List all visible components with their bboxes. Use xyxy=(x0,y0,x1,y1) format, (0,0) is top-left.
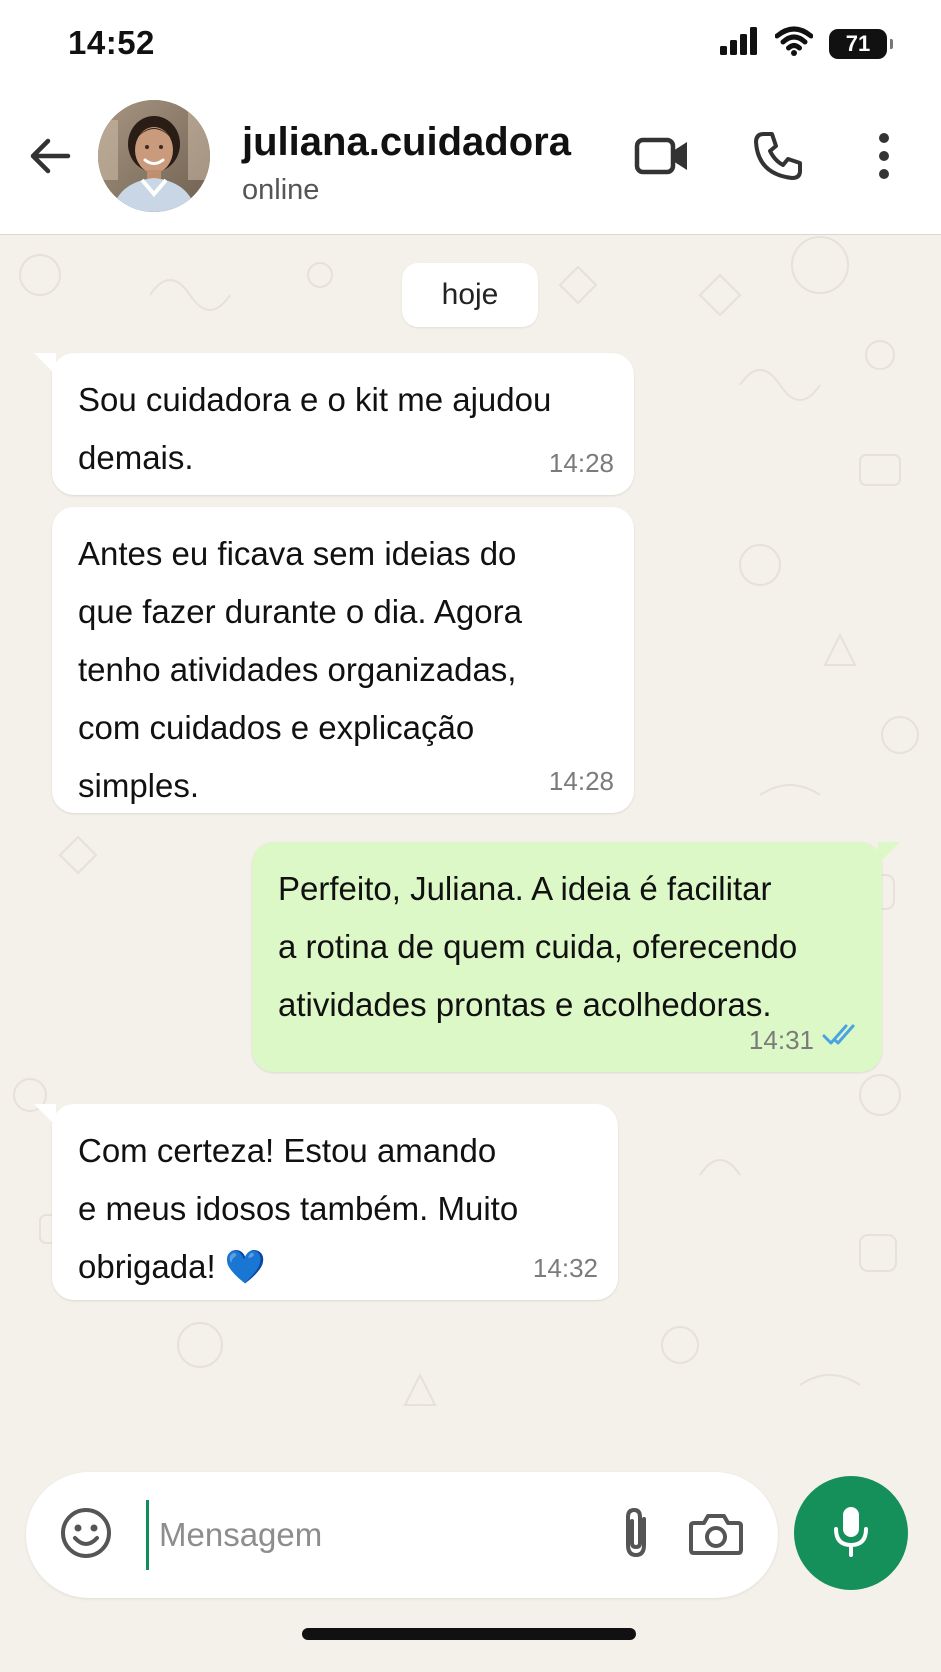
video-call-button[interactable] xyxy=(632,128,692,188)
message-text: Antes eu ficava sem ideias do que fazer … xyxy=(78,535,522,804)
contact-name[interactable]: juliana.cuidadora xyxy=(242,120,571,165)
attach-icon xyxy=(616,1505,656,1566)
phone-icon xyxy=(752,130,804,187)
message-input[interactable] xyxy=(146,1500,586,1570)
video-call-icon xyxy=(634,134,690,183)
date-chip: hoje xyxy=(402,263,538,327)
chat-area[interactable]: hoje Sou cuidadora e o kit me ajudou dem… xyxy=(0,235,941,1467)
signal-icon xyxy=(719,26,759,61)
more-options-button[interactable] xyxy=(854,128,914,188)
message-text: Sou cuidadora e o kit me ajudou demais. xyxy=(78,381,552,476)
emoji-button[interactable] xyxy=(56,1505,116,1565)
camera-icon xyxy=(688,1509,744,1562)
message-composer xyxy=(26,1472,778,1598)
message-time: 14:28 xyxy=(548,448,614,478)
read-receipt-icon xyxy=(822,1023,860,1052)
camera-button[interactable] xyxy=(686,1505,746,1565)
battery-indicator: 71 xyxy=(829,28,893,59)
message-bubble-incoming[interactable]: Com certeza! Estou amando e meus idosos … xyxy=(34,1104,618,1300)
voice-message-button[interactable] xyxy=(794,1476,908,1590)
message-text: Com certeza! Estou amando e meus idosos … xyxy=(78,1132,519,1285)
attach-button[interactable] xyxy=(606,1505,666,1565)
message-bubble-incoming[interactable]: Antes eu ficava sem ideias do que fazer … xyxy=(52,507,634,813)
avatar[interactable] xyxy=(98,100,210,212)
message-text: Perfeito, Juliana. A ideia é facilitar a… xyxy=(278,870,798,1023)
voice-call-button[interactable] xyxy=(748,128,808,188)
back-arrow-icon xyxy=(28,136,72,181)
battery-level: 71 xyxy=(845,30,871,56)
mic-icon xyxy=(831,1503,871,1564)
status-icons: 71 xyxy=(719,26,893,61)
more-vert-icon xyxy=(874,132,894,185)
chat-header: juliana.cuidadora online xyxy=(0,84,941,235)
message-time: 14:28 xyxy=(548,766,614,796)
status-time: 14:52 xyxy=(68,24,155,61)
status-bar: 14:52 71 xyxy=(0,0,941,84)
message-time: 14:31 xyxy=(748,1025,814,1055)
home-indicator[interactable] xyxy=(302,1628,636,1640)
wifi-icon xyxy=(774,26,814,61)
message-time: 14:32 xyxy=(532,1253,598,1283)
date-chip-label: hoje xyxy=(441,278,499,311)
emoji-icon xyxy=(59,1506,113,1565)
message-bubble-outgoing[interactable]: Perfeito, Juliana. A ideia é facilitar a… xyxy=(252,842,900,1072)
avatar-photo xyxy=(98,100,210,212)
back-button[interactable] xyxy=(22,130,78,186)
message-bubble-incoming[interactable]: Sou cuidadora e o kit me ajudou demais. … xyxy=(34,353,634,495)
contact-status: online xyxy=(242,174,320,206)
